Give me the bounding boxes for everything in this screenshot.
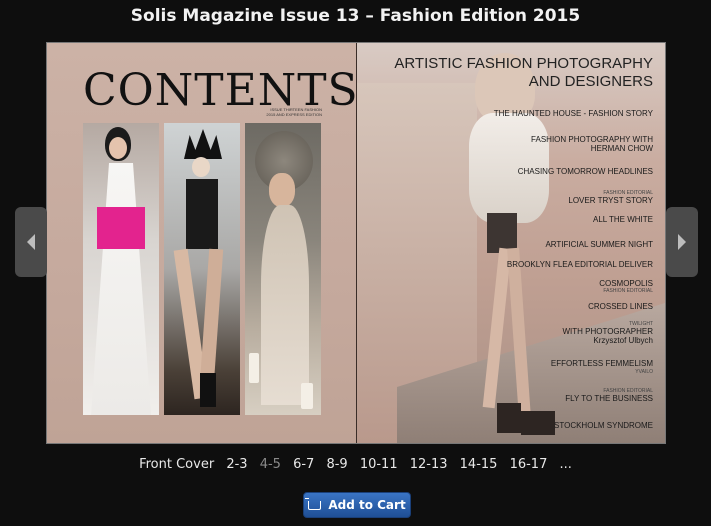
page-link-more[interactable]: ... xyxy=(560,457,572,472)
toc-item: FASHION EDITORIAL LOVER TRYST STORY xyxy=(568,190,653,205)
toc-item-label: STOCKHOLM SYNDROME xyxy=(554,421,653,430)
feature-heading-line2: AND DESIGNERS xyxy=(528,73,653,90)
toc-item-label: ARTIFICIAL SUMMER NIGHT xyxy=(545,240,653,249)
chevron-left-icon xyxy=(27,234,35,250)
page-link-4-5-current: 4-5 xyxy=(259,457,281,472)
toc-item-label: FASHION PHOTOGRAPHY WITH xyxy=(531,135,653,144)
toc-item: TWILIGHT WITH PHOTOGRAPHER xyxy=(562,321,653,336)
toc-item-kicker: YVAILO xyxy=(635,369,653,375)
cart-icon xyxy=(305,497,322,510)
toc-item: FASHION EDITORIAL xyxy=(603,288,653,294)
toc-item: ALL THE WHITE xyxy=(593,215,653,224)
toc-item-label: HERMAN CHOW xyxy=(590,144,653,153)
page-link-14-15[interactable]: 14-15 xyxy=(460,457,498,472)
model-boot xyxy=(497,403,521,433)
page-link-2-3[interactable]: 2-3 xyxy=(226,457,247,472)
magazine-spread: CONTENTS ISSUE THIRTEEN FASHION 2015 AND… xyxy=(46,42,666,444)
model-boot xyxy=(521,411,555,435)
fashion-photo-fur-hat xyxy=(245,123,321,415)
toc-item-label: WITH PHOTOGRAPHER xyxy=(562,327,653,336)
page-link-12-13[interactable]: 12-13 xyxy=(410,457,448,472)
toc-item: COSMOPOLIS xyxy=(599,279,653,288)
model-bodysuit xyxy=(487,213,517,253)
page-link-8-9[interactable]: 8-9 xyxy=(326,457,347,472)
chevron-right-icon xyxy=(678,234,686,250)
toc-item: EFFORTLESS FEMMELISM xyxy=(551,359,653,368)
toc-item: THE HAUNTED HOUSE - FASHION STORY xyxy=(494,109,653,118)
page-link-10-11[interactable]: 10-11 xyxy=(360,457,398,472)
toc-item: CROSSED LINES xyxy=(588,302,653,311)
toc-item: HERMAN CHOW xyxy=(591,144,653,153)
toc-item-label: THE HAUNTED HOUSE - FASHION STORY xyxy=(493,109,653,118)
contents-subheading: ISSUE THIRTEEN FASHION 2015 AND EXPRESS … xyxy=(266,107,322,117)
toc-item: FASHION EDITORIAL FLY TO THE BUSINESS xyxy=(565,388,653,403)
page-navigation: Front Cover 2-3 4-5 6-7 8-9 10-11 12-13 … xyxy=(0,457,711,472)
right-page: ARTISTIC FASHION PHOTOGRAPHY AND DESIGNE… xyxy=(357,43,665,443)
toc-item: ARTIFICIAL SUMMER NIGHT xyxy=(545,240,653,249)
toc-item: YVAILO xyxy=(635,369,653,375)
previous-page-button[interactable] xyxy=(15,207,47,277)
toc-item-label: FLY TO THE BUSINESS xyxy=(565,394,653,403)
page-link-front-cover[interactable]: Front Cover xyxy=(139,457,214,472)
fashion-photo-black-outfit xyxy=(164,123,240,415)
toc-item-label: LOVER TRYST STORY xyxy=(568,196,653,205)
toc-item-kicker: FASHION EDITORIAL xyxy=(603,288,653,294)
page-link-16-17[interactable]: 16-17 xyxy=(510,457,548,472)
toc-item-label: CHASING TOMORROW HEADLINES xyxy=(517,167,653,176)
toc-item: BROOKLYN FLEA EDITORIAL DELIVER xyxy=(507,260,653,269)
next-page-button[interactable] xyxy=(666,207,698,277)
toc-item-label: BROOKLYN FLEA EDITORIAL DELIVER xyxy=(506,260,653,269)
page-link-6-7[interactable]: 6-7 xyxy=(293,457,314,472)
feature-heading-line1: ARTISTIC FASHION PHOTOGRAPHY xyxy=(394,55,653,72)
toc-item: Krzysztof Ulbych xyxy=(593,336,653,345)
feature-heading: ARTISTIC FASHION PHOTOGRAPHY AND DESIGNE… xyxy=(363,55,653,91)
toc-item-label: ALL THE WHITE xyxy=(592,215,653,224)
add-to-cart-button[interactable]: Add to Cart xyxy=(303,492,411,518)
toc-item: STOCKHOLM SYNDROME xyxy=(554,421,653,430)
toc-item: CHASING TOMORROW HEADLINES xyxy=(518,167,653,176)
left-page: CONTENTS ISSUE THIRTEEN FASHION 2015 AND… xyxy=(47,43,358,443)
fashion-photo-white-dress xyxy=(83,123,159,415)
toc-item: FASHION PHOTOGRAPHY WITH xyxy=(531,135,653,144)
toc-item-label: Krzysztof Ulbych xyxy=(593,336,653,345)
toc-item-label: COSMOPOLIS xyxy=(599,279,653,288)
page-title: Solis Magazine Issue 13 – Fashion Editio… xyxy=(130,6,581,26)
toc-item-label: CROSSED LINES xyxy=(588,302,653,311)
add-to-cart-label: Add to Cart xyxy=(328,498,406,512)
toc-item-label: EFFORTLESS FEMMELISM xyxy=(550,359,653,368)
